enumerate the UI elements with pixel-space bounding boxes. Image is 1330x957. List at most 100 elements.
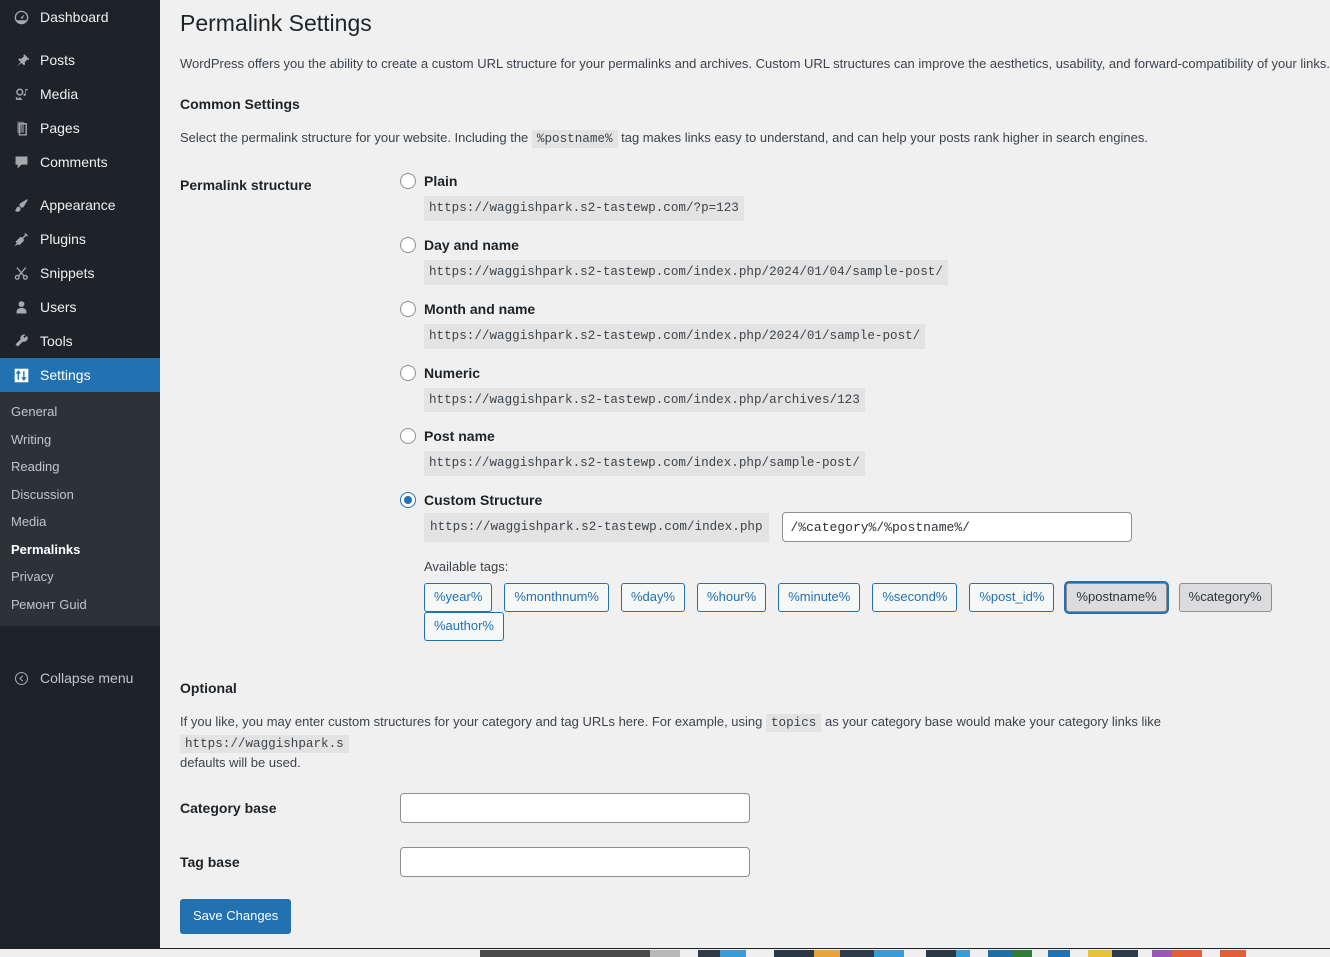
submenu-item-media[interactable]: Media [0, 508, 160, 536]
radio-row-numeric[interactable]: Numeric [400, 364, 1320, 381]
submenu-item-discussion[interactable]: Discussion [0, 481, 160, 509]
sidebar-item-media[interactable]: Media [0, 77, 160, 111]
sidebar-item-plugins[interactable]: Plugins [0, 222, 160, 256]
tag-button-postname[interactable]: %postname% [1066, 583, 1167, 613]
sidebar-menu: Dashboard Posts Media Pages Comments App… [0, 0, 168, 392]
comment-icon [11, 152, 31, 172]
sidebar-item-settings[interactable]: Settings [0, 358, 168, 392]
optional-desc-part1: If you like, you may enter custom struct… [180, 713, 763, 729]
save-changes-button[interactable]: Save Changes [180, 898, 292, 934]
sidebar-item-dashboard[interactable]: Dashboard [0, 0, 160, 34]
radio-row-day-and-name[interactable]: Day and name [400, 236, 1320, 253]
tag-base-input[interactable] [400, 846, 750, 877]
strip-segment [480, 950, 650, 957]
strip-segment [904, 950, 926, 957]
submenu-item-writing[interactable]: Writing [0, 426, 160, 454]
custom-structure-prefix: https://waggishpark.s2-tastewp.com/index… [424, 512, 769, 542]
tag-button-second[interactable]: %second% [872, 583, 958, 613]
strip-segment [1070, 950, 1088, 957]
submenu-item-remont-guid[interactable]: Ремонт Guid [0, 591, 160, 619]
example-plain: https://waggishpark.s2-tastewp.com/?p=12… [424, 195, 744, 221]
page-intro: WordPress offers you the ability to crea… [180, 55, 1330, 71]
radio-row-month-and-name[interactable]: Month and name [400, 300, 1320, 317]
category-base-input[interactable] [400, 792, 750, 823]
sidebar-item-posts[interactable]: Posts [0, 43, 160, 77]
tag-button-post-id[interactable]: %post_id% [969, 583, 1055, 613]
category-base-label: Category base [180, 799, 277, 816]
tag-button-monthnum[interactable]: %monthnum% [504, 583, 609, 613]
strip-segment [840, 950, 874, 957]
tag-button-hour[interactable]: %hour% [697, 583, 767, 613]
strip-segment [874, 950, 904, 957]
sidebar-item-snippets[interactable]: Snippets [0, 256, 160, 290]
tag-button-year[interactable]: %year% [424, 583, 493, 613]
strip-segment [1152, 950, 1172, 957]
sidebar-item-appearance[interactable]: Appearance [0, 188, 160, 222]
submenu-item-general[interactable]: General [0, 398, 160, 426]
example-url-month-and-name: https://waggishpark.s2-tastewp.com/index… [424, 323, 926, 349]
strip-segment [0, 950, 480, 957]
sidebar-item-tools[interactable]: Tools [0, 324, 160, 358]
example-url-numeric: https://waggishpark.s2-tastewp.com/index… [424, 387, 865, 413]
radio-row-plain[interactable]: Plain [400, 172, 1320, 189]
strip-segment [1088, 950, 1112, 957]
wrench-icon [11, 331, 31, 351]
example-day-and-name: https://waggishpark.s2-tastewp.com/index… [424, 259, 948, 285]
background-window-strip [0, 948, 1330, 957]
radio-label-month-and-name[interactable]: Month and name [424, 301, 535, 317]
dashboard-icon [11, 7, 31, 27]
settings-submenu: General Writing Reading Discussion Media… [0, 392, 160, 627]
strip-segment [926, 950, 956, 957]
sidebar-item-label: Dashboard [40, 9, 109, 25]
strip-segment [1220, 950, 1246, 957]
strip-segment [814, 950, 840, 957]
strip-segment [774, 950, 814, 957]
radio-plain[interactable] [400, 172, 416, 189]
custom-structure-input[interactable] [781, 512, 1132, 543]
sidebar-item-label: Settings [40, 367, 91, 383]
radio-month-and-name[interactable] [400, 300, 416, 317]
radio-label-day-and-name[interactable]: Day and name [424, 237, 519, 253]
admin-page: Dashboard Posts Media Pages Comments App… [0, 0, 1330, 957]
strip-segment [680, 950, 698, 957]
category-base-cell [400, 781, 1330, 835]
tag-button-day[interactable]: %day% [620, 583, 686, 613]
menu-separator [0, 34, 160, 43]
strip-segment [1112, 950, 1138, 957]
sidebar-item-users[interactable]: Users [0, 290, 160, 324]
radio-numeric[interactable] [400, 364, 416, 381]
plug-icon [11, 229, 31, 249]
submenu-item-permalinks[interactable]: Permalinks [0, 536, 160, 564]
permalink-structure-row: Permalink structure Plain https://waggis… [180, 165, 1330, 649]
example-url-day-and-name: https://waggishpark.s2-tastewp.com/index… [424, 259, 948, 285]
collapse-menu-button[interactable]: Collapse menu [0, 661, 160, 695]
radio-post-name[interactable] [400, 428, 416, 445]
sidebar-item-label: Appearance [40, 197, 116, 213]
category-base-row: Category base [180, 781, 1330, 835]
permalink-structure-table: Permalink structure Plain https://waggis… [180, 165, 1330, 649]
strip-segment [1172, 950, 1202, 957]
tag-button-author[interactable]: %author% [424, 612, 504, 642]
radio-day-and-name[interactable] [400, 236, 416, 253]
radio-label-plain[interactable]: Plain [424, 173, 457, 189]
sidebar-item-pages[interactable]: Pages [0, 111, 160, 145]
radio-custom-structure[interactable] [400, 492, 416, 509]
radio-row-post-name[interactable]: Post name [400, 428, 1320, 445]
radio-label-numeric[interactable]: Numeric [424, 365, 480, 381]
strip-segment [698, 950, 720, 957]
radio-label-custom-structure[interactable]: Custom Structure [424, 492, 542, 508]
tag-base-label: Tag base [180, 853, 240, 870]
submenu-item-privacy[interactable]: Privacy [0, 563, 160, 591]
radio-label-post-name[interactable]: Post name [424, 428, 495, 444]
tag-button-category[interactable]: %category% [1178, 583, 1272, 613]
example-post-name: https://waggishpark.s2-tastewp.com/index… [424, 451, 865, 477]
tag-button-minute[interactable]: %minute% [778, 583, 861, 613]
sidebar-item-label: Users [40, 299, 77, 315]
submenu-item-reading[interactable]: Reading [0, 453, 160, 481]
sidebar-item-comments[interactable]: Comments [0, 145, 160, 179]
radio-row-custom-structure[interactable]: Custom Structure [400, 492, 1320, 509]
sidebar-item-label: Comments [40, 154, 108, 170]
example-url-plain: https://waggishpark.s2-tastewp.com/?p=12… [424, 195, 744, 221]
example-month-and-name: https://waggishpark.s2-tastewp.com/index… [424, 323, 926, 349]
sidebar-item-label: Tools [40, 333, 73, 349]
